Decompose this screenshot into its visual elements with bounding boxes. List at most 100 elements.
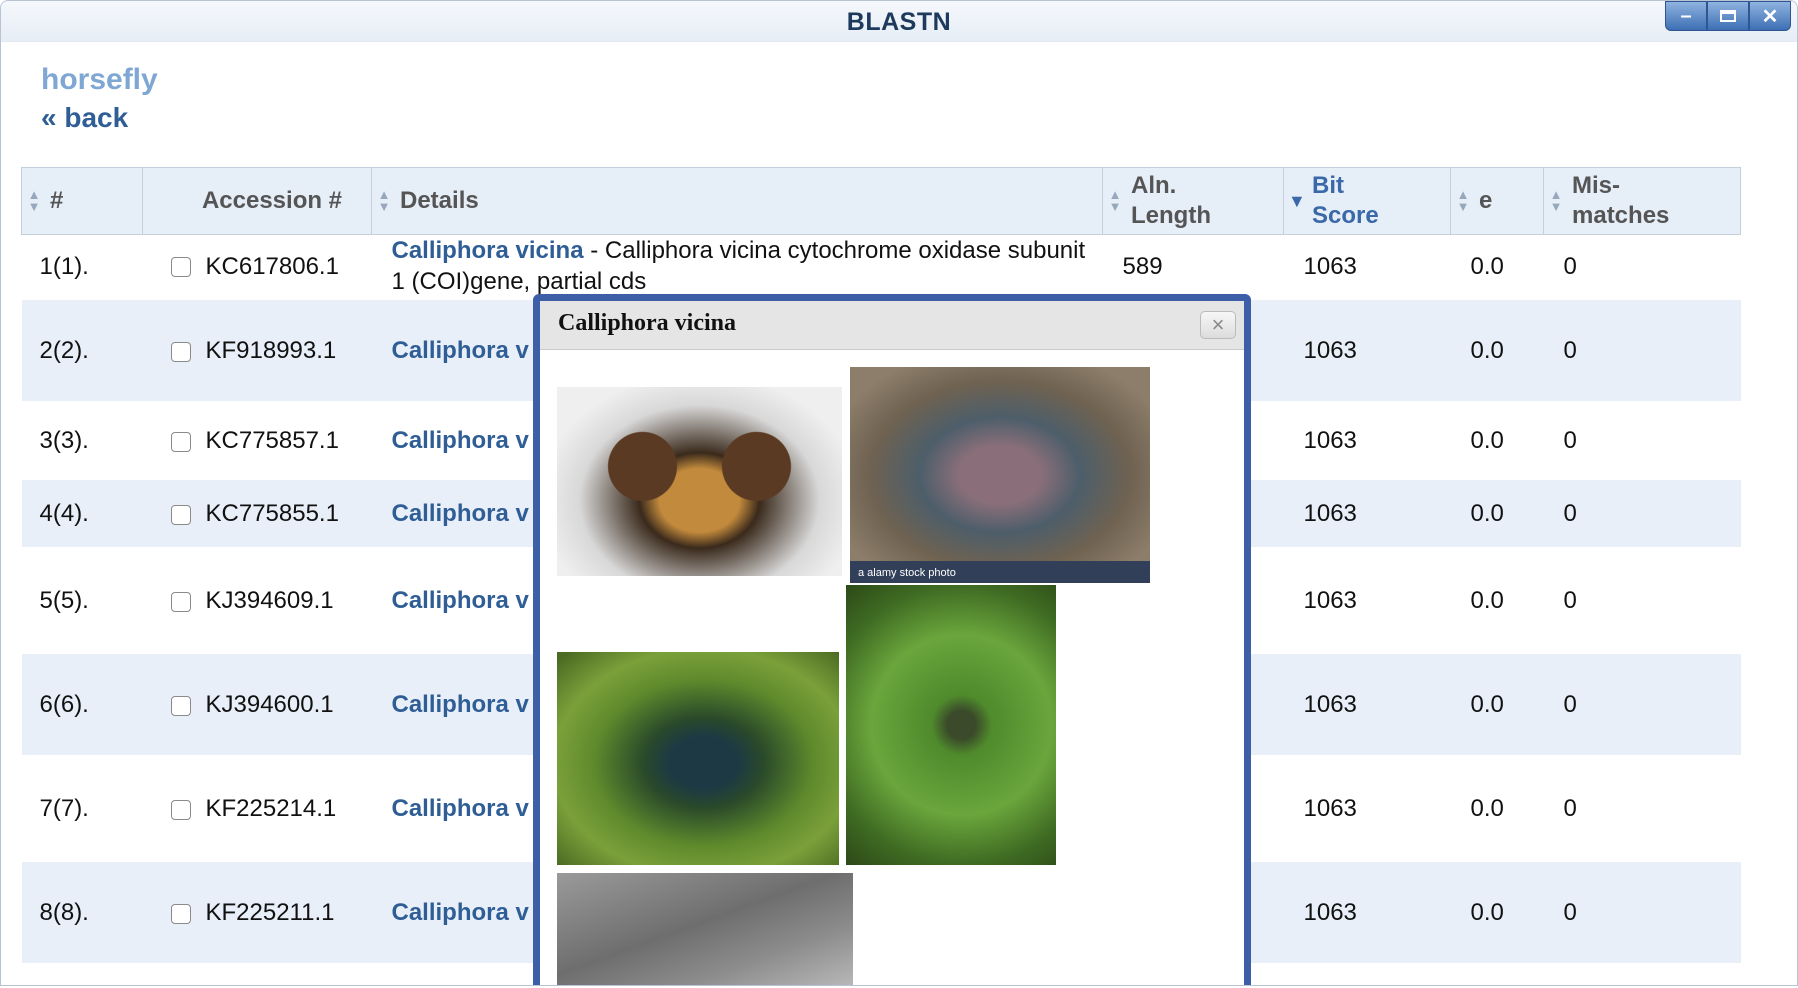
species-link[interactable]: Calliphora vicina bbox=[392, 237, 584, 264]
accession-number: KF225214.1 bbox=[205, 795, 337, 822]
row-number: 2(2). bbox=[21, 298, 143, 404]
bit-score-cell: 1063 bbox=[1283, 548, 1451, 654]
row-checkbox[interactable] bbox=[170, 799, 191, 820]
dialog-header: Calliphora vicina × bbox=[540, 301, 1244, 350]
minimize-button[interactable]: – bbox=[1665, 1, 1707, 31]
maximize-button[interactable] bbox=[1707, 1, 1749, 31]
mismatches-cell: 0 bbox=[1543, 652, 1741, 758]
e-value-cell: 0.0 bbox=[1450, 298, 1544, 404]
mismatches-cell: 0 bbox=[1543, 860, 1741, 966]
accession-number: KJ394609.1 bbox=[205, 587, 334, 614]
species-link[interactable]: Calliphora v bbox=[392, 691, 529, 718]
row-checkbox[interactable] bbox=[170, 504, 191, 525]
accession-cell: KC617806.1 bbox=[142, 234, 372, 300]
accession-number: KC617806.1 bbox=[205, 252, 339, 280]
close-icon: × bbox=[1211, 312, 1225, 337]
query-name: horsefly bbox=[41, 63, 158, 96]
header-accession-label: Accession # bbox=[201, 187, 343, 214]
header-e[interactable]: ▲ ▼ e bbox=[1450, 167, 1544, 235]
accession-cell: KC775855.1 bbox=[142, 478, 372, 550]
fly-on-branch-image[interactable] bbox=[557, 652, 839, 865]
details-cell: Calliphora vicina - Calliphora vicina cy… bbox=[371, 234, 1103, 300]
row-checkbox[interactable] bbox=[170, 257, 191, 278]
species-link[interactable]: Calliphora v bbox=[392, 795, 529, 822]
aln-length-cell: 589 bbox=[1102, 234, 1284, 300]
sort-icon: ▲ ▼ bbox=[1456, 187, 1470, 214]
accession-number: KF918993.1 bbox=[205, 337, 337, 364]
bit-score-cell: 1063 bbox=[1283, 756, 1451, 862]
header-e-label: e bbox=[1479, 187, 1493, 214]
accession-number: KC775855.1 bbox=[205, 500, 339, 527]
species-link[interactable]: Calliphora v bbox=[392, 500, 529, 527]
blastn-window: BLASTN – ✕ horsefly « back ▲ ▼ # Accession… bbox=[0, 0, 1798, 986]
row-number: 4(4). bbox=[21, 478, 143, 550]
header-details-label: Details bbox=[400, 187, 479, 214]
species-link[interactable]: Calliphora v bbox=[392, 427, 529, 454]
row-checkbox[interactable] bbox=[170, 591, 191, 612]
row-checkbox[interactable] bbox=[170, 341, 191, 362]
e-value-cell: 0.0 bbox=[1450, 478, 1544, 550]
mismatches-cell: 0 bbox=[1543, 548, 1741, 654]
accession-number: KJ394600.1 bbox=[205, 691, 334, 718]
header-bit-score[interactable]: ▼ Bit Score bbox=[1283, 167, 1451, 235]
header-num-label: # bbox=[50, 187, 64, 214]
row-number: 6(6). bbox=[21, 652, 143, 758]
row-number: 7(7). bbox=[21, 756, 143, 862]
species-link[interactable]: Calliphora v bbox=[392, 899, 529, 926]
header-num[interactable]: ▲ ▼ # bbox=[21, 167, 143, 235]
back-link[interactable]: « back bbox=[41, 102, 128, 134]
bit-score-cell: 1063 bbox=[1283, 234, 1451, 300]
e-value-cell: 0.0 bbox=[1450, 756, 1544, 862]
accession-cell: KF225214.1 bbox=[142, 756, 372, 862]
window-controls: – ✕ bbox=[1665, 1, 1791, 31]
fly-gray-surface-image[interactable] bbox=[557, 873, 853, 985]
mismatches-cell: 0 bbox=[1543, 478, 1741, 550]
header-details[interactable]: ▲ ▼ Details bbox=[371, 167, 1103, 235]
row-number: 1(1). bbox=[21, 234, 143, 300]
e-value-cell: 0.0 bbox=[1450, 860, 1544, 966]
header-mismatches[interactable]: ▲ ▼ Mis- matches bbox=[1543, 167, 1741, 235]
table-header-row: ▲ ▼ # Accession # ▲ ▼ Details ▲ ▼ Aln. Length … bbox=[21, 167, 1741, 235]
maximize-icon bbox=[1720, 10, 1736, 22]
accession-cell: KJ394609.1 bbox=[142, 548, 372, 654]
bit-score-cell: 1063 bbox=[1283, 298, 1451, 404]
mismatches-cell: 0 bbox=[1543, 756, 1741, 862]
accession-cell: KF225211.1 bbox=[142, 860, 372, 966]
title-bar: BLASTN – ✕ bbox=[1, 1, 1797, 42]
header-bit-score-label: Bit Score bbox=[1312, 172, 1379, 229]
mismatches-cell: 0 bbox=[1543, 298, 1741, 404]
header-accession: Accession # bbox=[142, 167, 372, 235]
row-checkbox[interactable] bbox=[170, 695, 191, 716]
row-checkbox[interactable] bbox=[170, 903, 191, 924]
bit-score-cell: 1063 bbox=[1283, 652, 1451, 758]
e-value-cell: 0.0 bbox=[1450, 548, 1544, 654]
species-link[interactable]: Calliphora v bbox=[392, 587, 529, 614]
e-value-cell: 0.0 bbox=[1450, 402, 1544, 480]
bit-score-cell: 1063 bbox=[1283, 402, 1451, 480]
mismatches-cell: 0 bbox=[1543, 402, 1741, 480]
watermark-text: a alamy stock photo bbox=[858, 567, 956, 579]
header-aln-length[interactable]: ▲ ▼ Aln. Length bbox=[1102, 167, 1284, 235]
header-aln-length-label: Aln. Length bbox=[1131, 172, 1211, 229]
close-icon: ✕ bbox=[1761, 5, 1779, 28]
fly-on-leaf-image[interactable] bbox=[846, 585, 1056, 865]
accession-number: KC775857.1 bbox=[205, 427, 339, 454]
sort-icon: ▲ ▼ bbox=[377, 187, 391, 214]
flies-on-carcass-image[interactable]: a alamy stock photo bbox=[850, 367, 1150, 583]
row-number: 8(8). bbox=[21, 860, 143, 966]
species-images-dialog: Calliphora vicina × a alamy stock photo bbox=[533, 294, 1251, 985]
species-link[interactable]: Calliphora v bbox=[392, 337, 529, 364]
row-number: 5(5). bbox=[21, 548, 143, 654]
fly-face-closeup-image[interactable] bbox=[557, 387, 842, 576]
dialog-close-button[interactable]: × bbox=[1200, 311, 1236, 339]
e-value-cell: 0.0 bbox=[1450, 652, 1544, 758]
e-value-cell: 0.0 bbox=[1450, 234, 1544, 300]
sort-icon: ▲ ▼ bbox=[1108, 187, 1122, 214]
header-mismatches-label: Mis- matches bbox=[1572, 172, 1670, 229]
row-checkbox[interactable] bbox=[170, 431, 191, 452]
bit-score-cell: 1063 bbox=[1283, 860, 1451, 966]
window-title: BLASTN bbox=[846, 8, 952, 36]
dialog-title: Calliphora vicina bbox=[558, 310, 737, 336]
close-window-button[interactable]: ✕ bbox=[1749, 1, 1791, 31]
table-row[interactable]: 1(1). KC617806.1 Calliphora vicina - Calli… bbox=[21, 234, 1741, 300]
